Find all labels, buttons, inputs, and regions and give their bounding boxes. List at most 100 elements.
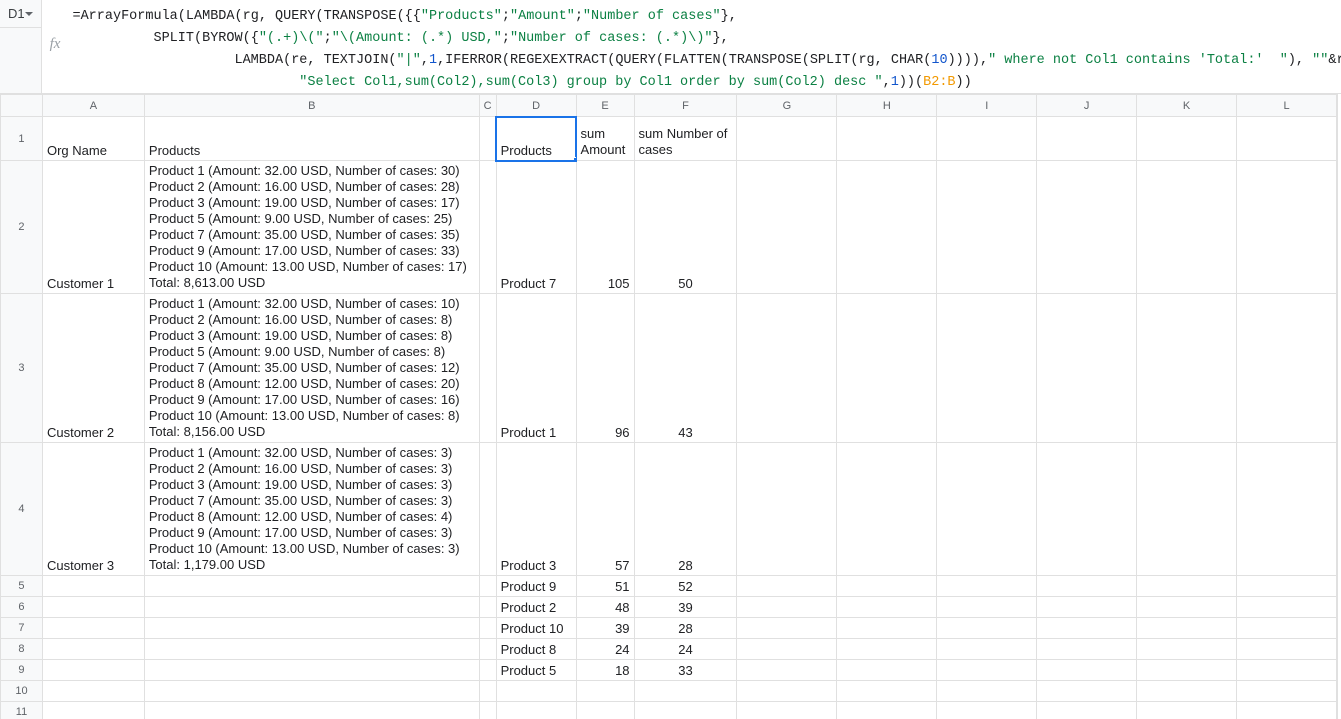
cell-J8[interactable] <box>1037 639 1137 660</box>
row-header[interactable]: 4 <box>1 443 43 576</box>
cell-J5[interactable] <box>1037 576 1137 597</box>
cell-J9[interactable] <box>1037 660 1137 681</box>
cell-G2[interactable] <box>737 161 837 294</box>
cell-F6[interactable]: 39 <box>634 597 737 618</box>
cell-E11[interactable] <box>576 702 634 719</box>
cell-I1[interactable] <box>937 117 1037 161</box>
cell-I4[interactable] <box>937 443 1037 576</box>
row-header[interactable]: 8 <box>1 639 43 660</box>
cell-G11[interactable] <box>737 702 837 719</box>
cell-D10[interactable] <box>496 681 576 702</box>
cell-B1[interactable]: Products <box>144 117 479 161</box>
cell-B11[interactable] <box>144 702 479 719</box>
cell-I8[interactable] <box>937 639 1037 660</box>
cell-E9[interactable]: 18 <box>576 660 634 681</box>
cell-F1[interactable]: sum Number of cases <box>634 117 737 161</box>
cell-H11[interactable] <box>837 702 937 719</box>
cell-E5[interactable]: 51 <box>576 576 634 597</box>
cell-A2[interactable]: Customer 1 <box>42 161 144 294</box>
cell-A6[interactable] <box>42 597 144 618</box>
cell-I6[interactable] <box>937 597 1037 618</box>
cell-E10[interactable] <box>576 681 634 702</box>
cell-L6[interactable] <box>1237 597 1337 618</box>
col-header-F[interactable]: F <box>634 95 737 117</box>
cell-K3[interactable] <box>1137 294 1237 443</box>
col-header-G[interactable]: G <box>737 95 837 117</box>
cell-G3[interactable] <box>737 294 837 443</box>
cell-B8[interactable] <box>144 639 479 660</box>
cell-K5[interactable] <box>1137 576 1237 597</box>
cell-H4[interactable] <box>837 443 937 576</box>
cell-L3[interactable] <box>1237 294 1337 443</box>
cell-E1[interactable]: sum Amount <box>576 117 634 161</box>
row-header-1[interactable]: 1 <box>1 117 43 161</box>
cell-L5[interactable] <box>1237 576 1337 597</box>
cell-D8[interactable]: Product 8 <box>496 639 576 660</box>
cell-K2[interactable] <box>1137 161 1237 294</box>
cell-B9[interactable] <box>144 660 479 681</box>
cell-E2[interactable]: 105 <box>576 161 634 294</box>
cell-L1[interactable] <box>1237 117 1337 161</box>
fill-handle[interactable] <box>573 157 577 161</box>
cell-E8[interactable]: 24 <box>576 639 634 660</box>
cell-D9[interactable]: Product 5 <box>496 660 576 681</box>
cell-B6[interactable] <box>144 597 479 618</box>
cell-L9[interactable] <box>1237 660 1337 681</box>
cell-K4[interactable] <box>1137 443 1237 576</box>
cell-J11[interactable] <box>1037 702 1137 719</box>
name-box[interactable]: D1 <box>0 0 41 28</box>
cell-H5[interactable] <box>837 576 937 597</box>
cell-I10[interactable] <box>937 681 1037 702</box>
cell-A1[interactable]: Org Name <box>42 117 144 161</box>
cell-D7[interactable]: Product 10 <box>496 618 576 639</box>
cell-F7[interactable]: 28 <box>634 618 737 639</box>
cell-C3[interactable] <box>479 294 496 443</box>
cell-A9[interactable] <box>42 660 144 681</box>
row-header[interactable]: 5 <box>1 576 43 597</box>
cell-G10[interactable] <box>737 681 837 702</box>
cell-C6[interactable] <box>479 597 496 618</box>
cell-I9[interactable] <box>937 660 1037 681</box>
cell-C4[interactable] <box>479 443 496 576</box>
cell-B7[interactable] <box>144 618 479 639</box>
cell-H2[interactable] <box>837 161 937 294</box>
cell-L8[interactable] <box>1237 639 1337 660</box>
cell-I5[interactable] <box>937 576 1037 597</box>
cell-J6[interactable] <box>1037 597 1137 618</box>
row-header[interactable]: 2 <box>1 161 43 294</box>
cell-E6[interactable]: 48 <box>576 597 634 618</box>
cell-C5[interactable] <box>479 576 496 597</box>
col-header-B[interactable]: B <box>144 95 479 117</box>
cell-B2[interactable]: Product 1 (Amount: 32.00 USD, Number of … <box>144 161 479 294</box>
cell-F10[interactable] <box>634 681 737 702</box>
cell-L11[interactable] <box>1237 702 1337 719</box>
cell-C9[interactable] <box>479 660 496 681</box>
cell-J7[interactable] <box>1037 618 1137 639</box>
select-all-corner[interactable] <box>1 95 43 117</box>
cell-F4[interactable]: 28 <box>634 443 737 576</box>
cell-C8[interactable] <box>479 639 496 660</box>
col-header-H[interactable]: H <box>837 95 937 117</box>
cell-E7[interactable]: 39 <box>576 618 634 639</box>
cell-K8[interactable] <box>1137 639 1237 660</box>
cell-G8[interactable] <box>737 639 837 660</box>
cell-J2[interactable] <box>1037 161 1137 294</box>
cell-A10[interactable] <box>42 681 144 702</box>
cell-D3[interactable]: Product 1 <box>496 294 576 443</box>
cell-D2[interactable]: Product 7 <box>496 161 576 294</box>
cell-K11[interactable] <box>1137 702 1237 719</box>
cell-B3[interactable]: Product 1 (Amount: 32.00 USD, Number of … <box>144 294 479 443</box>
cell-L2[interactable] <box>1237 161 1337 294</box>
cell-I3[interactable] <box>937 294 1037 443</box>
cell-L10[interactable] <box>1237 681 1337 702</box>
cell-A4[interactable]: Customer 3 <box>42 443 144 576</box>
cell-F8[interactable]: 24 <box>634 639 737 660</box>
col-header-C[interactable]: C <box>479 95 496 117</box>
col-header-K[interactable]: K <box>1137 95 1237 117</box>
cell-A8[interactable] <box>42 639 144 660</box>
cell-K6[interactable] <box>1137 597 1237 618</box>
cell-K7[interactable] <box>1137 618 1237 639</box>
cell-A11[interactable] <box>42 702 144 719</box>
cell-G7[interactable] <box>737 618 837 639</box>
cell-K10[interactable] <box>1137 681 1237 702</box>
